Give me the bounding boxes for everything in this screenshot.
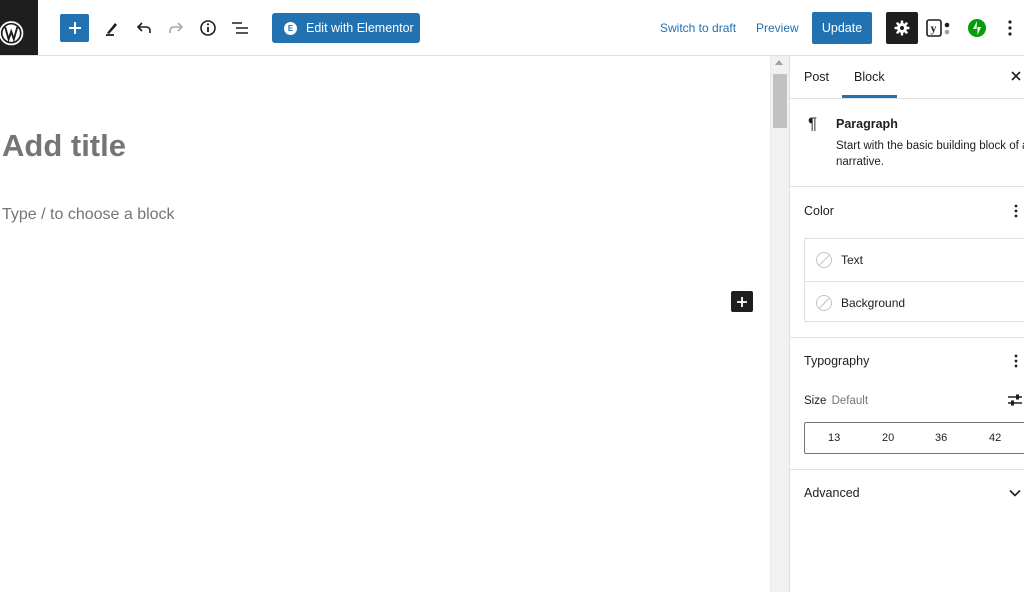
typography-panel-title: Typography <box>804 354 870 368</box>
post-title-input[interactable]: Add title <box>2 128 126 164</box>
chevron-down-icon <box>1008 486 1022 500</box>
font-size-picker: 13 20 36 42 <box>804 422 1024 454</box>
svg-text:y: y <box>931 21 937 35</box>
inline-add-block-button[interactable] <box>731 291 753 312</box>
color-panel-title: Color <box>804 204 834 218</box>
paragraph-icon: ¶ <box>808 114 818 133</box>
font-size-option[interactable]: 13 <box>828 432 840 444</box>
settings-button[interactable] <box>886 12 918 44</box>
add-block-button[interactable] <box>60 14 89 42</box>
block-card: ¶ Paragraph Start with the basic buildin… <box>790 99 1024 187</box>
details-button[interactable] <box>193 13 223 43</box>
text-color-label: Text <box>841 253 864 267</box>
empty-swatch-icon <box>816 295 832 311</box>
elementor-icon: E <box>284 21 297 35</box>
jetpack-button[interactable] <box>967 18 987 38</box>
scrollbar-thumb[interactable] <box>773 74 787 128</box>
block-card-title: Paragraph <box>836 117 898 131</box>
advanced-panel-title: Advanced <box>804 486 860 500</box>
redo-button[interactable] <box>161 13 191 43</box>
editor-scrollbar[interactable] <box>770 56 789 592</box>
more-vertical-icon <box>1014 204 1018 218</box>
font-size-option[interactable]: 42 <box>989 432 1001 444</box>
sliders-icon <box>1008 394 1022 406</box>
background-color-label: Background <box>841 296 906 310</box>
empty-swatch-icon <box>816 252 832 268</box>
yoast-icon: y <box>926 19 950 37</box>
wordpress-logo-icon[interactable] <box>0 0 38 55</box>
editor-toolbar: E Edit with Elementor Switch to draft Pr… <box>0 0 1024 56</box>
close-sidebar-button[interactable] <box>1008 68 1024 84</box>
editor-canvas: Add title Type / to choose a block <box>0 56 770 592</box>
undo-icon <box>136 22 151 33</box>
font-size-option[interactable]: 20 <box>882 432 894 444</box>
font-size-label: Size Default <box>804 395 868 407</box>
plus-icon <box>68 22 81 34</box>
color-options-button[interactable] <box>1009 202 1023 220</box>
active-tab-indicator <box>842 95 897 98</box>
font-size-option[interactable]: 36 <box>935 432 947 444</box>
undo-button[interactable] <box>129 13 159 43</box>
block-placeholder[interactable]: Type / to choose a block <box>2 206 175 224</box>
list-view-icon <box>232 22 248 34</box>
update-button[interactable]: Update <box>812 12 872 44</box>
typography-options-button[interactable] <box>1009 352 1023 370</box>
more-vertical-icon <box>1008 20 1012 36</box>
jetpack-icon <box>968 19 986 37</box>
redo-icon <box>169 22 184 33</box>
typography-panel: Typography Size Default 13 20 36 42 <box>790 338 1024 470</box>
tab-post[interactable]: Post <box>804 70 829 84</box>
info-icon <box>200 20 216 36</box>
pencil-icon <box>106 23 117 36</box>
color-settings-list: Text Background <box>804 238 1024 322</box>
switch-to-draft-button[interactable]: Switch to draft <box>660 21 736 35</box>
sidebar-tabs: Post Block <box>790 56 1024 99</box>
close-icon <box>1011 71 1021 81</box>
advanced-panel[interactable]: Advanced <box>790 470 1024 516</box>
tools-button[interactable] <box>97 13 127 43</box>
preview-button[interactable]: Preview <box>756 21 799 35</box>
edit-with-elementor-button[interactable]: E Edit with Elementor <box>272 13 420 43</box>
size-value: Default <box>831 395 869 407</box>
color-panel: Color Text Background <box>790 187 1024 338</box>
text-color-item[interactable]: Text <box>805 239 1024 281</box>
tab-block[interactable]: Block <box>854 70 885 84</box>
yoast-seo-button[interactable]: y <box>926 16 954 40</box>
options-button[interactable] <box>1000 16 1020 40</box>
list-view-button[interactable] <box>225 13 255 43</box>
scroll-up-arrow-icon[interactable] <box>775 60 783 65</box>
settings-sidebar: Post Block ¶ Paragraph Start with the ba… <box>789 56 1024 592</box>
more-vertical-icon <box>1014 354 1018 368</box>
block-card-description: Start with the basic building block of a… <box>836 140 1024 168</box>
elementor-button-label: Edit with Elementor <box>306 21 414 35</box>
size-label-text: Size <box>804 395 827 407</box>
plus-icon <box>737 296 747 307</box>
custom-size-toggle-button[interactable] <box>1007 392 1023 408</box>
gear-icon <box>894 20 910 36</box>
background-color-item[interactable]: Background <box>805 281 1024 324</box>
